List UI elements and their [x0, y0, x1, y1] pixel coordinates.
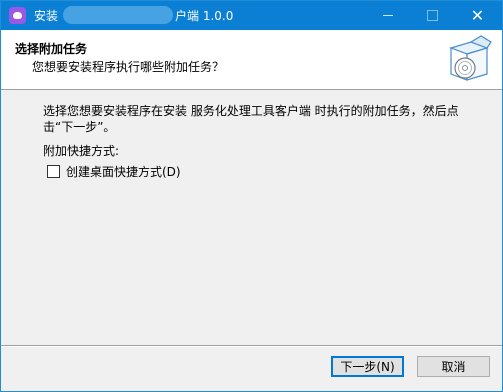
desktop-shortcut-option[interactable]: 创建桌面快捷方式(D) — [47, 163, 181, 179]
page-title: 选择附加任务 — [15, 42, 88, 56]
desktop-shortcut-checkbox[interactable] — [47, 164, 60, 178]
shortcut-section-label: 附加快捷方式: — [43, 144, 120, 158]
page-subtitle: 您想要安装程序执行哪些附加任务？ — [32, 60, 225, 74]
close-icon: ✕ — [470, 5, 485, 25]
window-title-suffix: 户端 1.0.0 — [175, 9, 234, 23]
redacted-title-region — [63, 6, 173, 24]
task-description: 选择您想要安装程序在安装 服务化处理工具客户端 时执行的附加任务，然后点击“下一… — [43, 104, 459, 134]
desktop-shortcut-label[interactable]: 创建桌面快捷方式(D) — [66, 163, 181, 180]
window-title-prefix: 安装 — [34, 9, 59, 23]
next-button[interactable]: 下一步(N) — [331, 356, 404, 377]
wizard-header: 选择附加任务 您想要安装程序执行哪些附加任务？ — [1, 30, 502, 90]
installer-window: 安装 户端 1.0.0 ✕ 选择附加任务 您想要安装程序执行哪些附加任务？ 选择… — [0, 0, 503, 392]
footer-divider — [1, 345, 502, 347]
close-button[interactable]: ✕ — [455, 1, 500, 30]
software-box-icon — [449, 35, 492, 81]
minimize-button[interactable] — [365, 1, 410, 30]
title-bar[interactable]: 安装 户端 1.0.0 ✕ — [1, 1, 502, 30]
maximize-button[interactable] — [410, 1, 455, 30]
cancel-button[interactable]: 取消 — [417, 356, 490, 377]
app-icon — [9, 7, 26, 24]
